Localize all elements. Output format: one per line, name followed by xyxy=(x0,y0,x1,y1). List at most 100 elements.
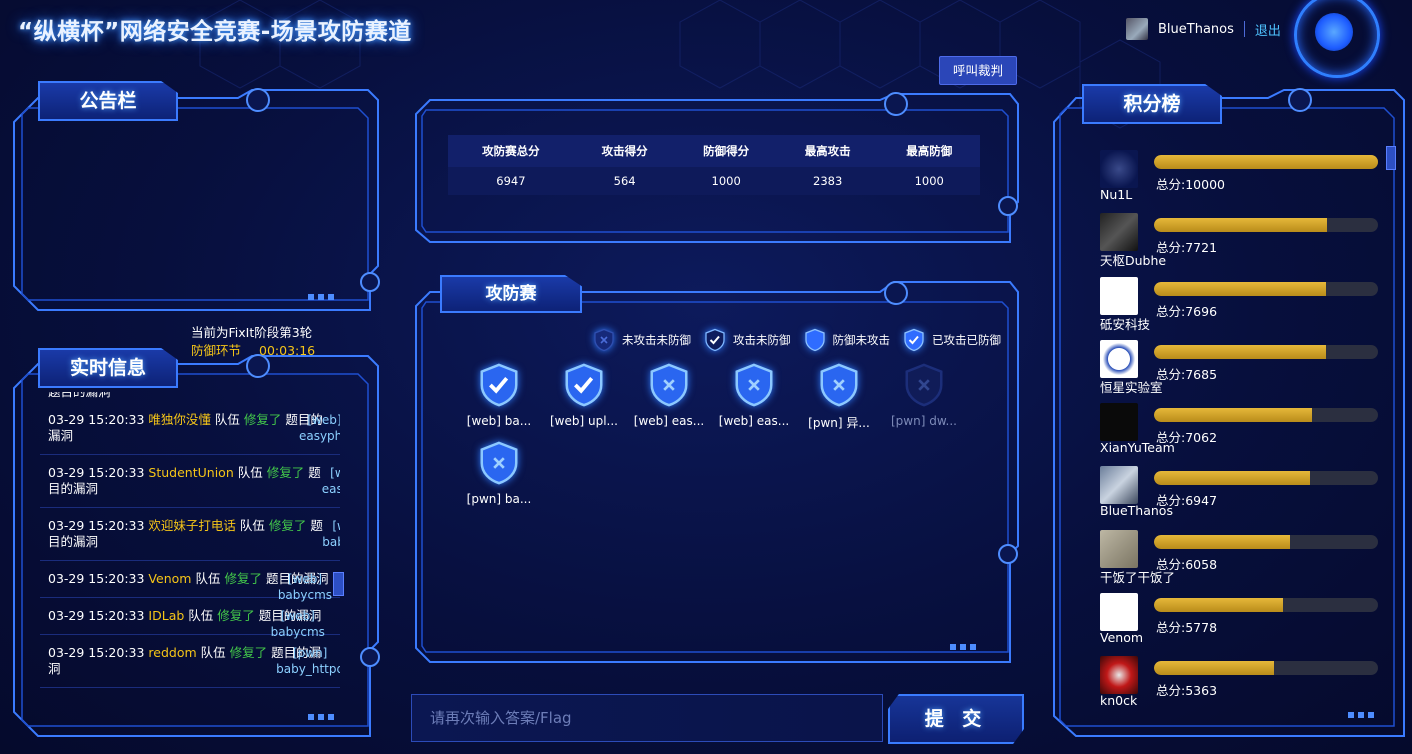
team-name: BlueThanos xyxy=(1100,503,1173,519)
stats-value: 564 xyxy=(573,167,676,195)
challenge-label: [web] eas... xyxy=(718,414,790,428)
feed-team-word: 队伍 xyxy=(195,571,221,586)
page-title: “纵横杯”网络安全竞赛-场景攻防赛道 xyxy=(18,19,412,45)
team-name: 天枢Dubhe xyxy=(1100,253,1167,269)
challenge-label: [web] ba... xyxy=(466,414,532,428)
feed-challenge: [web] babycms xyxy=(277,572,333,602)
nu1l-logo xyxy=(1100,150,1138,188)
feed-item: 03-29 15:20:33 欢迎妹子打电话 队伍 修复了 [web] baby… xyxy=(40,508,340,561)
feed-time: 03-29 15:20:33 xyxy=(48,518,145,533)
stats-header: 防御得分 xyxy=(675,135,777,167)
scoreboard-row: 总分:6058 干饭了干饭了 xyxy=(1096,526,1386,589)
feed-action: 修复了 xyxy=(268,518,307,533)
stats-header: 最高防御 xyxy=(878,135,980,167)
team-score: 总分:7685 xyxy=(1156,366,1218,382)
feed-item: 03-29 15:20:33 reddom 队伍 修复了 [pwn] baby_… xyxy=(40,635,340,688)
flag-input[interactable] xyxy=(412,695,882,741)
feed-item: 03-29 15:20:33 Venom 队伍 修复了 [web] babycm… xyxy=(40,561,340,602)
shield-defend-icon xyxy=(803,328,833,352)
scoreboard-row: 总分:5363 kn0ck xyxy=(1096,652,1386,706)
round-timer: 00:03:16 xyxy=(259,343,316,358)
challenge-label: [web] upl... xyxy=(550,414,618,428)
score-bar-fill xyxy=(1154,408,1313,423)
venom-logo xyxy=(1100,593,1138,632)
feed-challenge: [pwn] baby_httpd xyxy=(276,646,340,676)
legend-item: 未攻击未防御 xyxy=(592,328,691,352)
feed-team-name: IDLab xyxy=(148,608,185,623)
feed-team-word: 队伍 xyxy=(214,412,240,427)
challenge-item[interactable]: [web] upl... xyxy=(545,362,623,428)
feed-action: 修复了 xyxy=(217,608,255,623)
scoreboard-row: 总分:7721 天枢Dubhe xyxy=(1096,209,1386,272)
shield-defended-icon xyxy=(800,362,878,408)
challenge-label: [web] eas... xyxy=(633,414,705,428)
realtime-title: 实时信息 xyxy=(38,348,178,388)
call-referee-button[interactable]: 呼叫裁判 xyxy=(939,56,1017,85)
round-info: 当前为FixIt阶段第3轮 防御环节 00:03:16 xyxy=(191,324,315,360)
score-bar-fill xyxy=(1154,471,1310,486)
score-bar-fill xyxy=(1154,281,1327,296)
score-bar-fill xyxy=(1154,598,1284,613)
status-legend: 未攻击未防御 攻击未防御 防御未攻击 已攻击已防御 xyxy=(592,328,1013,352)
submit-button[interactable]: 提 交 xyxy=(888,694,1024,744)
challenge-label: [pwn] 异... xyxy=(808,416,870,430)
challenge-item[interactable]: [pwn] 异... xyxy=(800,362,878,431)
feed-challenge: [web] babycms xyxy=(270,609,325,639)
score-bar xyxy=(1154,534,1378,549)
ganfan-logo xyxy=(1100,529,1138,568)
feed-scrollbar[interactable] xyxy=(333,572,344,596)
scoreboard-row: 总分:10000 Nu1L xyxy=(1096,146,1386,209)
challenge-item[interactable]: [web] eas... xyxy=(715,362,793,428)
feed-action: 修复了 xyxy=(224,571,262,586)
team-name: 干饭了干饭了 xyxy=(1100,569,1176,585)
challenge-item[interactable]: [pwn] ba... xyxy=(460,440,538,506)
legend-label: 防御未攻击 xyxy=(832,333,891,347)
score-bar xyxy=(1154,281,1378,296)
stats-table: 攻防赛总分 攻击得分 防御得分 最高攻击 最高防御 6947 564 1000 2383 100… xyxy=(448,135,980,195)
score-bar xyxy=(1154,218,1378,233)
attack-defense-title: 攻防赛 xyxy=(440,275,582,313)
dubhe-logo xyxy=(1100,213,1138,252)
stats-value: 6947 xyxy=(448,167,574,195)
stats-header: 攻击得分 xyxy=(573,135,676,167)
stats-value: 1000 xyxy=(878,167,980,195)
xianyu-logo xyxy=(1100,403,1138,442)
scoreboard-scrollbar[interactable] xyxy=(1386,146,1396,170)
emblem-icon xyxy=(1294,0,1380,78)
answer-box xyxy=(411,694,883,742)
scoreboard-title: 积分榜 xyxy=(1082,84,1222,124)
user-avatar[interactable] xyxy=(1126,18,1148,40)
team-name: 砥安科技 xyxy=(1100,316,1151,332)
scoreboard-row: 总分:6947 BlueThanos xyxy=(1096,462,1386,525)
feed-action: 修复了 xyxy=(266,465,305,480)
challenge-item[interactable]: [web] ba... xyxy=(460,362,538,428)
stats-value: 1000 xyxy=(675,167,777,195)
stats-header: 最高攻击 xyxy=(776,135,879,167)
scoreboard-row: 总分:7062 XianYuTeam xyxy=(1096,399,1386,462)
score-bar xyxy=(1154,408,1378,423)
legend-label: 未攻击未防御 xyxy=(622,333,691,347)
legend-label: 攻击未防御 xyxy=(733,333,791,347)
team-name: kn0ck xyxy=(1100,693,1138,706)
realtime-feed[interactable]: 题目的漏洞 03-29 15:20:33 唯独你没懂 队伍 修复了 [web] … xyxy=(40,392,340,706)
feed-challenge: [web] easyphp xyxy=(321,466,340,496)
challenge-item[interactable]: [web] eas... xyxy=(630,362,708,428)
logout-link[interactable]: 退出 xyxy=(1255,20,1281,39)
feed-time: 03-29 15:20:33 xyxy=(48,571,145,586)
team-score: 总分:10000 xyxy=(1156,177,1225,192)
bluethanos-logo xyxy=(1100,466,1138,505)
feed-action: 修复了 xyxy=(243,412,282,427)
scoreboard-list[interactable]: 总分:10000 Nu1L 总分:7721 天枢Dubhe 总分:7696 砥安科技 总分:… xyxy=(1096,146,1386,706)
team-name: Venom xyxy=(1100,630,1144,646)
feed-time: 03-29 15:20:33 xyxy=(48,608,145,623)
username[interactable]: BlueThanos xyxy=(1158,22,1234,37)
feed-challenge: [web] easyphp xyxy=(298,413,340,443)
legend-item: 防御未攻击 xyxy=(803,328,891,352)
feed-time: 03-29 15:20:33 xyxy=(48,645,145,660)
round-text: 当前为FixIt阶段第3轮 xyxy=(191,325,313,340)
team-score: 总分:7696 xyxy=(1156,303,1218,319)
shield-checked-icon xyxy=(545,362,623,408)
challenge-item[interactable]: [pwn] dw... xyxy=(885,362,963,428)
shield-defended-icon xyxy=(630,362,708,408)
legend-item: 攻击未防御 xyxy=(703,328,791,352)
